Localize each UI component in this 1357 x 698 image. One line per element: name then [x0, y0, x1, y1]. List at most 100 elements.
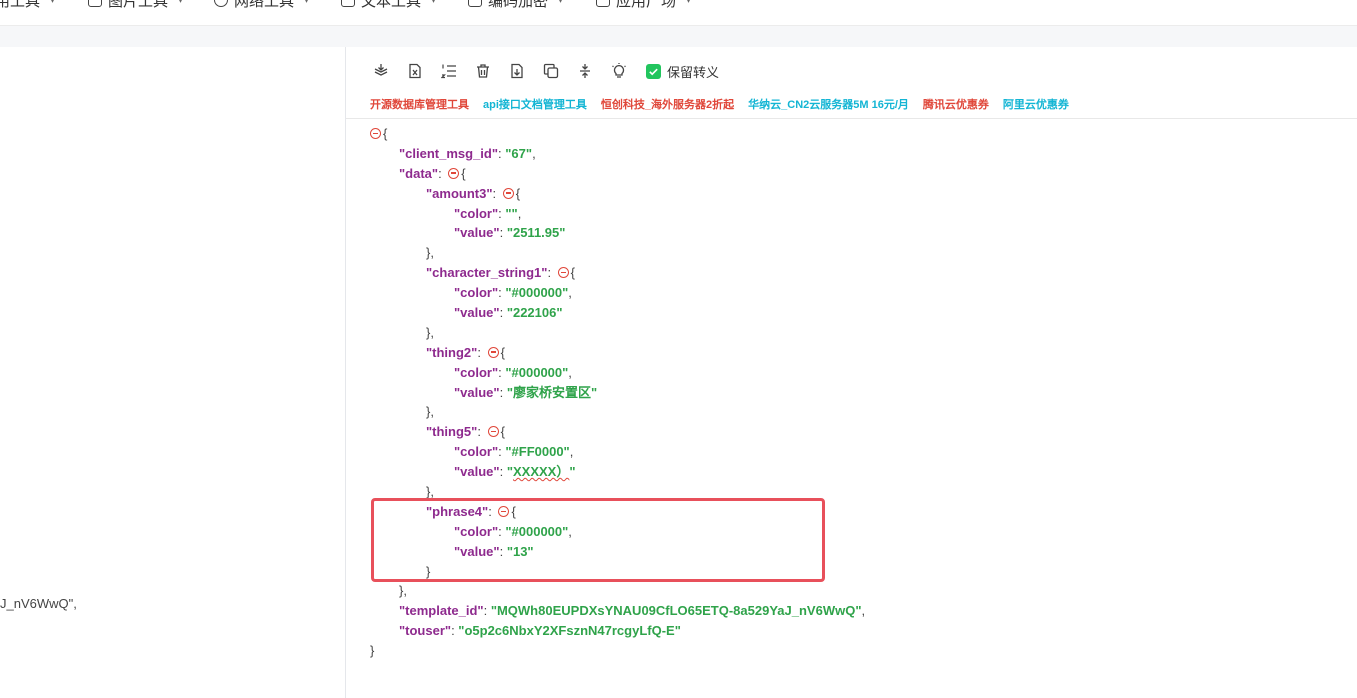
json-line: "thing5": {	[426, 424, 505, 440]
keep-escape-toggle[interactable]: 保留转义	[646, 62, 719, 81]
chevron-down-icon: ▾	[50, 0, 56, 6]
excel-icon	[409, 63, 421, 79]
json-line: "value": "13"	[454, 543, 534, 559]
check-icon	[649, 68, 658, 75]
collapse-toggle-icon[interactable]	[370, 128, 381, 139]
json-value: "o5p2c6NbxY2XFsznN47rcgyLfQ-E"	[458, 623, 681, 639]
toolbar: 保留转义	[370, 60, 719, 82]
json-line: "template_id": "MQWh80EUPDXsYNAU09CfLO65…	[399, 603, 866, 619]
json-tree-view: { "client_msg_id": "67", "data": { "amou…	[370, 124, 865, 661]
json-key: "thing2"	[426, 344, 478, 360]
json-line: "thing2": {	[426, 344, 505, 360]
ad-link-api-doc[interactable]: api接口文档管理工具	[483, 96, 587, 112]
collapse-button[interactable]	[574, 60, 596, 82]
json-key: "thing5"	[426, 424, 478, 440]
nav-item-common-tools[interactable]: 用工具 ▾	[0, 0, 56, 10]
json-value: XXXXX）	[512, 464, 570, 480]
chevron-down-icon: ▾	[686, 0, 692, 6]
nav-item-label: 用工具	[0, 0, 41, 10]
json-value: "廖家桥安置区"	[506, 384, 598, 400]
ad-link-db-tool[interactable]: 开源数据库管理工具	[370, 96, 469, 112]
lock-icon	[468, 0, 482, 7]
json-key: "value"	[454, 305, 500, 321]
json-line: "value": "XXXXX）"	[454, 464, 576, 480]
collapse-toggle-icon[interactable]	[498, 505, 510, 517]
collapse-toggle-icon[interactable]	[502, 187, 514, 199]
image-icon	[88, 0, 102, 7]
nav-item-app-square[interactable]: 应用广场 ▾	[596, 0, 692, 10]
download-button[interactable]	[506, 60, 528, 82]
json-value-quote: "	[569, 464, 576, 480]
divider	[346, 118, 1357, 119]
json-line: },	[426, 245, 434, 261]
json-line: }	[426, 563, 431, 579]
nav-item-text-tools[interactable]: 文本工具 ▾	[341, 0, 436, 10]
json-line: "client_msg_id": "67",	[399, 145, 536, 161]
delete-icon	[477, 64, 489, 78]
json-key: "value"	[454, 225, 500, 241]
json-line: "color": "#FF0000",	[454, 444, 574, 460]
json-value: "#000000"	[505, 523, 569, 539]
copy-icon	[543, 63, 559, 79]
globe-icon	[214, 0, 228, 7]
json-line: "color": "#000000",	[454, 523, 572, 539]
collapse-toggle-icon[interactable]	[487, 426, 499, 438]
nav-item-image-tools[interactable]: 图片工具 ▾	[88, 0, 184, 10]
json-line: }	[370, 643, 375, 659]
json-value: "#000000"	[505, 285, 569, 301]
json-key: "color"	[454, 205, 499, 221]
json-key: "value"	[454, 464, 500, 480]
compress-button[interactable]	[370, 60, 392, 82]
nav-item-label: 文本工具	[361, 0, 422, 10]
nav-item-encode-encrypt[interactable]: 编码加密 ▾	[468, 0, 564, 10]
export-excel-button[interactable]	[404, 60, 426, 82]
json-key: "color"	[454, 444, 499, 460]
json-line: "data": {	[399, 165, 466, 181]
nav-item-label: 应用广场	[616, 0, 677, 10]
json-line: "color": "#000000",	[454, 285, 572, 301]
json-key: "color"	[454, 523, 499, 539]
json-line: "color": "",	[454, 205, 522, 221]
json-line: "value": "222106"	[454, 305, 563, 321]
json-key: "value"	[454, 384, 500, 400]
json-key: "amount3"	[426, 185, 493, 201]
copy-button[interactable]	[540, 60, 562, 82]
nav-item-label: 网络工具	[234, 0, 295, 10]
json-input-text: J_nV6WwQ",	[0, 596, 77, 611]
tip-button[interactable]	[608, 60, 630, 82]
bulb-icon	[612, 63, 626, 78]
collapse-toggle-icon[interactable]	[448, 167, 460, 179]
json-line: },	[399, 583, 407, 599]
chevron-down-icon: ▾	[558, 0, 564, 6]
ad-link-huanayun[interactable]: 华纳云_CN2云服务器5M 16元/月	[748, 96, 909, 112]
json-key: "touser"	[399, 623, 452, 639]
chevron-down-icon: ▾	[178, 0, 184, 6]
json-line: },	[426, 484, 434, 500]
compress-icon	[374, 64, 388, 76]
sub-header-bar	[0, 26, 1357, 47]
json-value: "#000000"	[505, 364, 569, 380]
json-key: "value"	[454, 543, 500, 559]
json-line: "touser": "o5p2c6NbxY2XFsznN47rcgyLfQ-E"	[399, 623, 681, 639]
keep-escape-checkbox[interactable]	[646, 63, 661, 79]
text-icon	[341, 0, 355, 7]
json-line: },	[426, 324, 434, 340]
json-key: "character_string1"	[426, 265, 548, 281]
list-button[interactable]	[438, 60, 460, 82]
collapse-toggle-icon[interactable]	[557, 267, 569, 279]
delete-button[interactable]	[472, 60, 494, 82]
json-value: "2511.95"	[506, 225, 566, 241]
keep-escape-label: 保留转义	[667, 64, 720, 80]
json-line: "phrase4": {	[426, 503, 516, 519]
json-value: "222106"	[506, 305, 563, 321]
ad-link-tencent-coupon[interactable]: 腾讯云优惠券	[923, 96, 989, 112]
nav-item-network-tools[interactable]: 网络工具 ▾	[214, 0, 309, 10]
json-key: "client_msg_id"	[399, 145, 499, 161]
json-value: "MQWh80EUPDXsYNAU09CfLO65ETQ-8a529YaJ_nV…	[490, 603, 862, 619]
json-output-panel: 保留转义 开源数据库管理工具 api接口文档管理工具 恒创科技_海外服务器2折起…	[346, 47, 1357, 698]
ad-link-aliyun-coupon[interactable]: 阿里云优惠券	[1003, 96, 1069, 112]
json-input-panel[interactable]: J_nV6WwQ",	[0, 47, 346, 698]
collapse-toggle-icon[interactable]	[487, 346, 499, 358]
ad-link-hengchuang[interactable]: 恒创科技_海外服务器2折起	[601, 96, 734, 112]
json-key: "data"	[399, 165, 439, 181]
